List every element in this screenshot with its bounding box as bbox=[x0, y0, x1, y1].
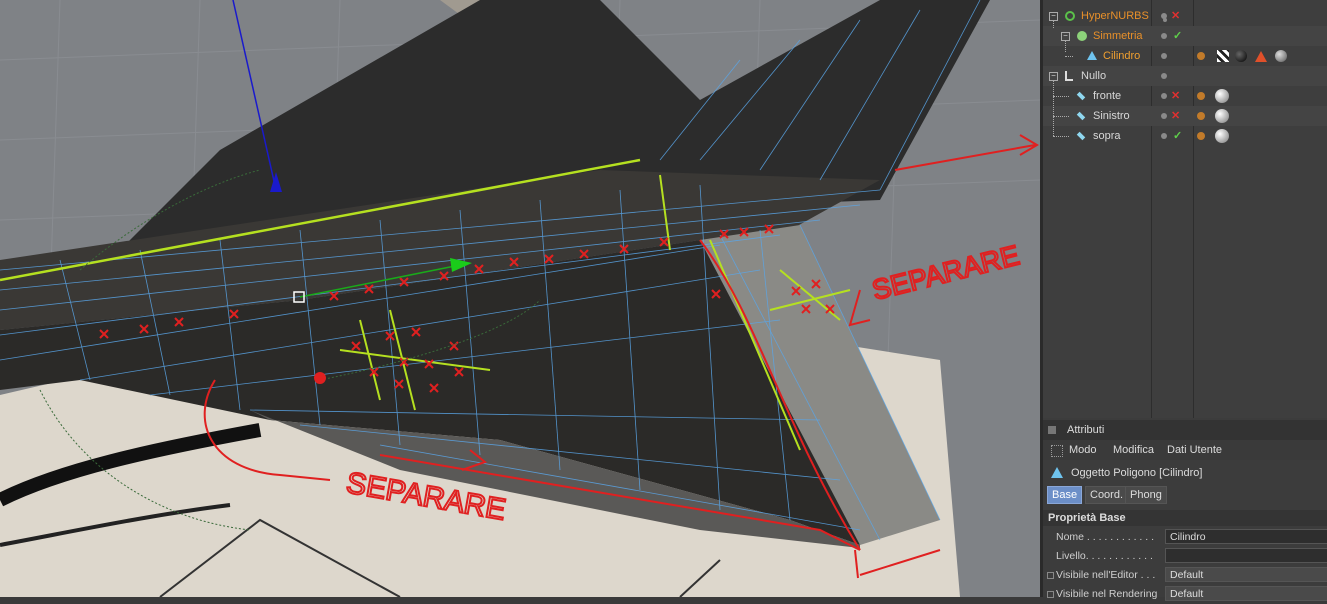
render-visibility-select[interactable]: Default bbox=[1165, 586, 1327, 601]
tab-phong[interactable]: Phong bbox=[1125, 486, 1167, 504]
material-tag-icon[interactable] bbox=[1215, 89, 1229, 103]
phong-tag-icon[interactable] bbox=[1197, 52, 1205, 60]
animate-checkbox[interactable] bbox=[1047, 572, 1054, 579]
object-name[interactable]: Cilindro bbox=[1103, 46, 1140, 66]
panel-title: Attributi bbox=[1067, 424, 1105, 436]
hypernurbs-icon bbox=[1065, 11, 1075, 21]
object-type-title: Oggetto Poligono [Cilindro] bbox=[1043, 462, 1327, 484]
material-tag-icon[interactable] bbox=[1275, 50, 1287, 62]
disabled-x-icon[interactable]: ✕ bbox=[1171, 106, 1180, 126]
editor-visibility-dot[interactable] bbox=[1161, 93, 1167, 99]
menu-dati-utente[interactable]: Dati Utente bbox=[1167, 440, 1222, 460]
disabled-x-icon[interactable]: ✕ bbox=[1171, 6, 1180, 26]
3d-viewport[interactable]: SEPARARE SEPARARE bbox=[0, 0, 1040, 597]
editor-visibility-dot[interactable] bbox=[1161, 73, 1167, 79]
object-name[interactable]: HyperNURBS bbox=[1081, 6, 1149, 26]
disabled-x-icon[interactable]: ✕ bbox=[1171, 86, 1180, 106]
phong-tag-icon[interactable] bbox=[1197, 112, 1205, 120]
uvw-tag-icon[interactable] bbox=[1217, 50, 1229, 62]
grip-icon[interactable] bbox=[1051, 445, 1063, 457]
attributes-manager: Attributi Modo Modifica Dati Utente Ogge… bbox=[1043, 420, 1327, 601]
object-name[interactable]: sopra bbox=[1093, 126, 1121, 146]
symmetry-icon bbox=[1077, 31, 1087, 41]
object-row-hypernurbs[interactable]: − HyperNURBS ✕ bbox=[1043, 6, 1327, 26]
prop-label: Livello. . . . . . . . . . . . bbox=[1056, 550, 1153, 562]
selection-tag-icon[interactable] bbox=[1255, 51, 1267, 62]
object-row-cilindro[interactable]: Cilindro bbox=[1043, 40, 1327, 66]
editor-visibility-dot[interactable] bbox=[1161, 53, 1167, 59]
prop-label: Visibile nell'Editor . . . bbox=[1056, 569, 1156, 581]
prop-row-livello: Livello. . . . . . . . . . . . bbox=[1043, 547, 1327, 566]
material-tag-icon[interactable] bbox=[1235, 50, 1247, 62]
enabled-check-icon[interactable]: ✓ bbox=[1173, 126, 1182, 146]
prop-row-visibile-rendering: Visibile nel Rendering Default bbox=[1043, 585, 1327, 604]
object-row-nullo[interactable]: − Nullo bbox=[1043, 66, 1327, 86]
object-row-sinistro[interactable]: Sinistro ✕ bbox=[1043, 96, 1327, 126]
object-manager: − HyperNURBS ✕ − Simmetria ✓ Cilindro − … bbox=[1043, 0, 1327, 418]
object-row-sopra[interactable]: sopra ✓ bbox=[1043, 116, 1327, 146]
enabled-check-icon[interactable]: ✓ bbox=[1173, 26, 1182, 46]
attributes-menu: Modo Modifica Dati Utente bbox=[1043, 440, 1327, 460]
layer-field[interactable] bbox=[1165, 548, 1327, 563]
material-tag-icon[interactable] bbox=[1215, 129, 1229, 143]
polygon-object-icon bbox=[1051, 467, 1063, 478]
object-row-fronte[interactable]: fronte ✕ bbox=[1043, 80, 1327, 106]
tab-base[interactable]: Base bbox=[1047, 486, 1083, 504]
background-plane-icon bbox=[1076, 111, 1086, 121]
phong-tag-icon[interactable] bbox=[1197, 132, 1205, 140]
object-name[interactable]: fronte bbox=[1093, 86, 1121, 106]
editor-visibility-dot[interactable] bbox=[1161, 33, 1167, 39]
editor-visibility-select[interactable]: Default bbox=[1165, 567, 1327, 582]
object-name[interactable]: Sinistro bbox=[1093, 106, 1130, 126]
polygon-object-icon bbox=[1087, 51, 1097, 60]
material-tag-icon[interactable] bbox=[1215, 109, 1229, 123]
prop-row-visibile-editor: Visibile nell'Editor . . . Default bbox=[1043, 566, 1327, 585]
tab-coord[interactable]: Coord. bbox=[1085, 486, 1129, 504]
attributes-header: Attributi bbox=[1043, 420, 1327, 440]
object-name[interactable]: Nullo bbox=[1081, 66, 1106, 86]
prop-label: Nome . . . . . . . . . . . . bbox=[1056, 531, 1155, 543]
viewport-canvas[interactable]: SEPARARE SEPARARE bbox=[0, 0, 1040, 597]
editor-visibility-dot[interactable] bbox=[1161, 133, 1167, 139]
object-name[interactable]: Simmetria bbox=[1093, 26, 1143, 46]
axis-center-handle bbox=[314, 372, 326, 384]
name-field[interactable]: Cilindro bbox=[1165, 529, 1327, 544]
menu-modifica[interactable]: Modifica bbox=[1113, 440, 1154, 460]
background-plane-icon bbox=[1076, 131, 1086, 141]
right-panel: − HyperNURBS ✕ − Simmetria ✓ Cilindro − … bbox=[1040, 0, 1327, 601]
section-header: Proprietà Base bbox=[1043, 510, 1327, 526]
menu-modo[interactable]: Modo bbox=[1069, 440, 1097, 460]
phong-tag-icon[interactable] bbox=[1197, 92, 1205, 100]
object-row-simmetria[interactable]: − Simmetria ✓ bbox=[1043, 20, 1327, 46]
prop-label: Visibile nel Rendering bbox=[1056, 588, 1158, 600]
editor-visibility-dot[interactable] bbox=[1161, 113, 1167, 119]
background-plane-icon bbox=[1076, 91, 1086, 101]
panel-grip-icon[interactable] bbox=[1048, 426, 1056, 434]
prop-row-nome: Nome . . . . . . . . . . . . Cilindro bbox=[1043, 528, 1327, 547]
null-object-icon bbox=[1065, 71, 1073, 81]
